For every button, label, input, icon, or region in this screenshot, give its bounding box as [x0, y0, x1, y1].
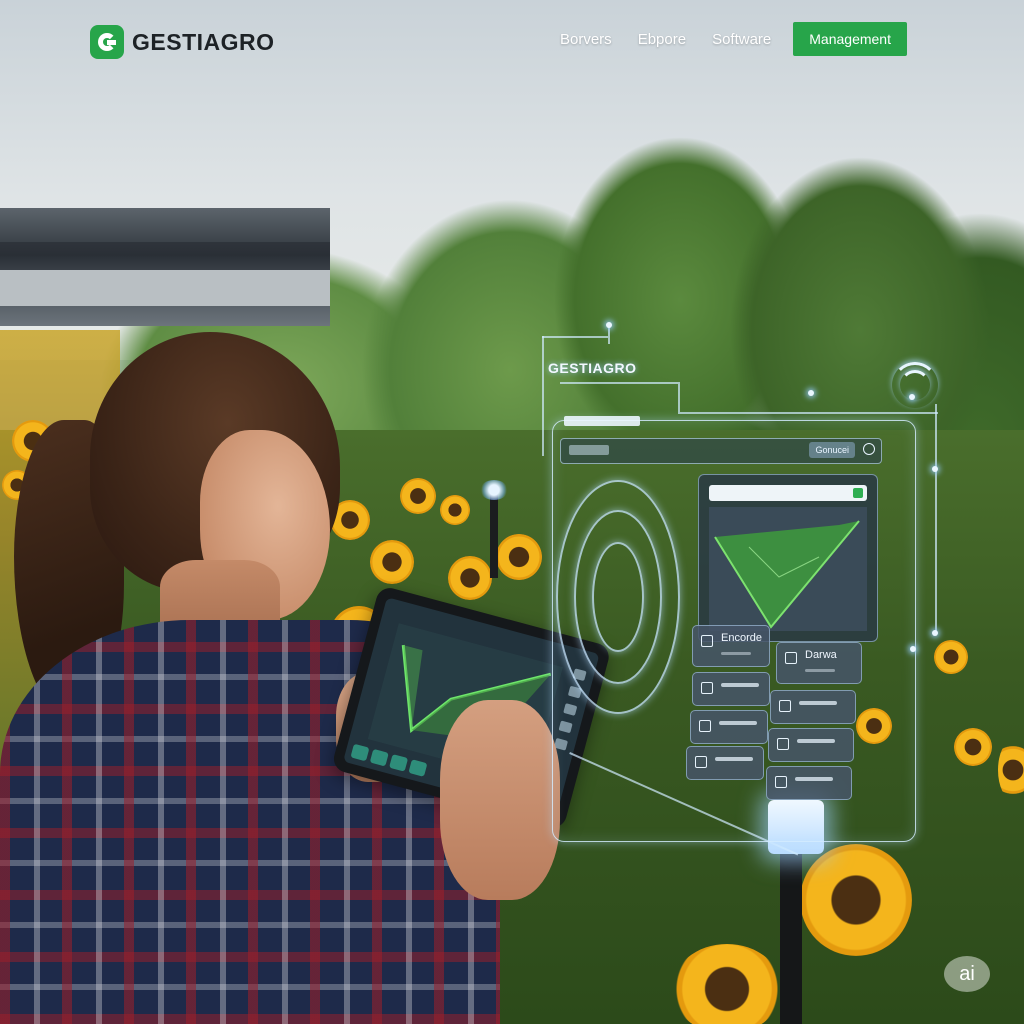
holo-frame-line	[678, 412, 938, 414]
holo-widget[interactable]	[770, 690, 856, 724]
barn-building	[0, 208, 330, 326]
document-icon	[701, 682, 713, 694]
sunflower	[400, 478, 436, 514]
holo-frame-line	[560, 382, 678, 384]
field-lamp-post	[490, 488, 498, 578]
holo-widget-encorde[interactable]: Encorde	[692, 625, 770, 667]
tablet-toolbar-button[interactable]	[350, 743, 370, 762]
hero-scene: GESTIAGRO Gonucei Encorde Darwa ai	[0, 0, 1024, 1024]
document-icon	[699, 720, 711, 732]
widget-line	[721, 683, 759, 687]
widget-subline	[805, 669, 835, 672]
nav-link-borvers[interactable]: Borvers	[560, 31, 612, 48]
holo-progress-bar	[564, 416, 640, 426]
widget-line	[715, 757, 753, 761]
map-card-header	[709, 485, 867, 501]
tablet-toolbar-button[interactable]	[369, 748, 389, 767]
document-icon	[785, 652, 797, 664]
holo-widget[interactable]	[686, 746, 764, 780]
holographic-dashboard: GESTIAGRO Gonucei Encorde Darwa	[540, 320, 940, 856]
holo-widget[interactable]	[768, 728, 854, 762]
network-node	[606, 322, 612, 328]
holo-bar-button[interactable]: Gonucei	[809, 442, 855, 458]
ai-watermark: ai	[944, 956, 990, 992]
field-map-chart	[709, 507, 867, 631]
network-node	[910, 646, 916, 652]
radar-gauge	[556, 480, 680, 714]
widget-line	[799, 701, 837, 705]
holo-widget[interactable]	[766, 766, 852, 800]
brand-name: GESTIAGRO	[132, 28, 275, 55]
sunflower	[496, 534, 542, 580]
field-lamp-light	[480, 480, 508, 500]
main-nav: Borvers Ebpore Software Management	[560, 22, 907, 56]
widget-label: Encorde	[721, 632, 762, 644]
radar-ring	[592, 542, 644, 652]
network-node	[932, 630, 938, 636]
search-icon[interactable]	[863, 443, 875, 455]
widget-line	[797, 739, 835, 743]
widget-line	[719, 721, 757, 725]
sunflower	[800, 844, 912, 956]
document-icon	[779, 700, 791, 712]
tablet-toolbar-button[interactable]	[408, 759, 428, 777]
nav-link-ebpore[interactable]: Ebpore	[638, 31, 686, 48]
holo-bar-logo	[569, 445, 609, 455]
field-map-card[interactable]	[698, 474, 878, 642]
holo-frame-line	[542, 336, 544, 456]
sunflower	[998, 740, 1024, 800]
holo-widget[interactable]	[692, 672, 770, 706]
management-button[interactable]: Management	[793, 22, 907, 56]
holo-widget[interactable]	[690, 710, 768, 744]
wifi-dot	[909, 394, 915, 400]
sunflower	[370, 540, 414, 584]
check-icon[interactable]	[853, 488, 863, 498]
sunflower	[448, 556, 492, 600]
widget-line	[795, 777, 833, 781]
sunflower	[954, 728, 992, 766]
holo-frame-line	[542, 336, 608, 338]
network-node	[808, 390, 814, 396]
document-icon	[695, 756, 707, 768]
document-icon	[775, 776, 787, 788]
tablet-toolbar-button[interactable]	[389, 754, 409, 772]
widget-subline	[721, 652, 751, 655]
holo-widget-darwa[interactable]: Darwa	[776, 642, 862, 684]
nav-link-software[interactable]: Software	[712, 31, 771, 48]
sunflower	[440, 495, 470, 525]
holo-brand-title: GESTIAGRO	[548, 360, 637, 376]
brand-logo[interactable]: GESTIAGRO	[90, 22, 275, 62]
holo-frame-line	[678, 382, 680, 412]
widget-label: Darwa	[805, 649, 837, 661]
sensor-post	[780, 850, 802, 1024]
wifi-icon	[892, 362, 938, 402]
sunflower	[672, 944, 782, 1024]
document-icon	[701, 635, 713, 647]
holo-frame-line	[935, 404, 937, 634]
holo-top-bar: Gonucei	[560, 438, 882, 464]
document-icon	[777, 738, 789, 750]
wifi-arc	[900, 370, 930, 400]
g-logo-icon	[90, 25, 124, 59]
network-node	[932, 466, 938, 472]
